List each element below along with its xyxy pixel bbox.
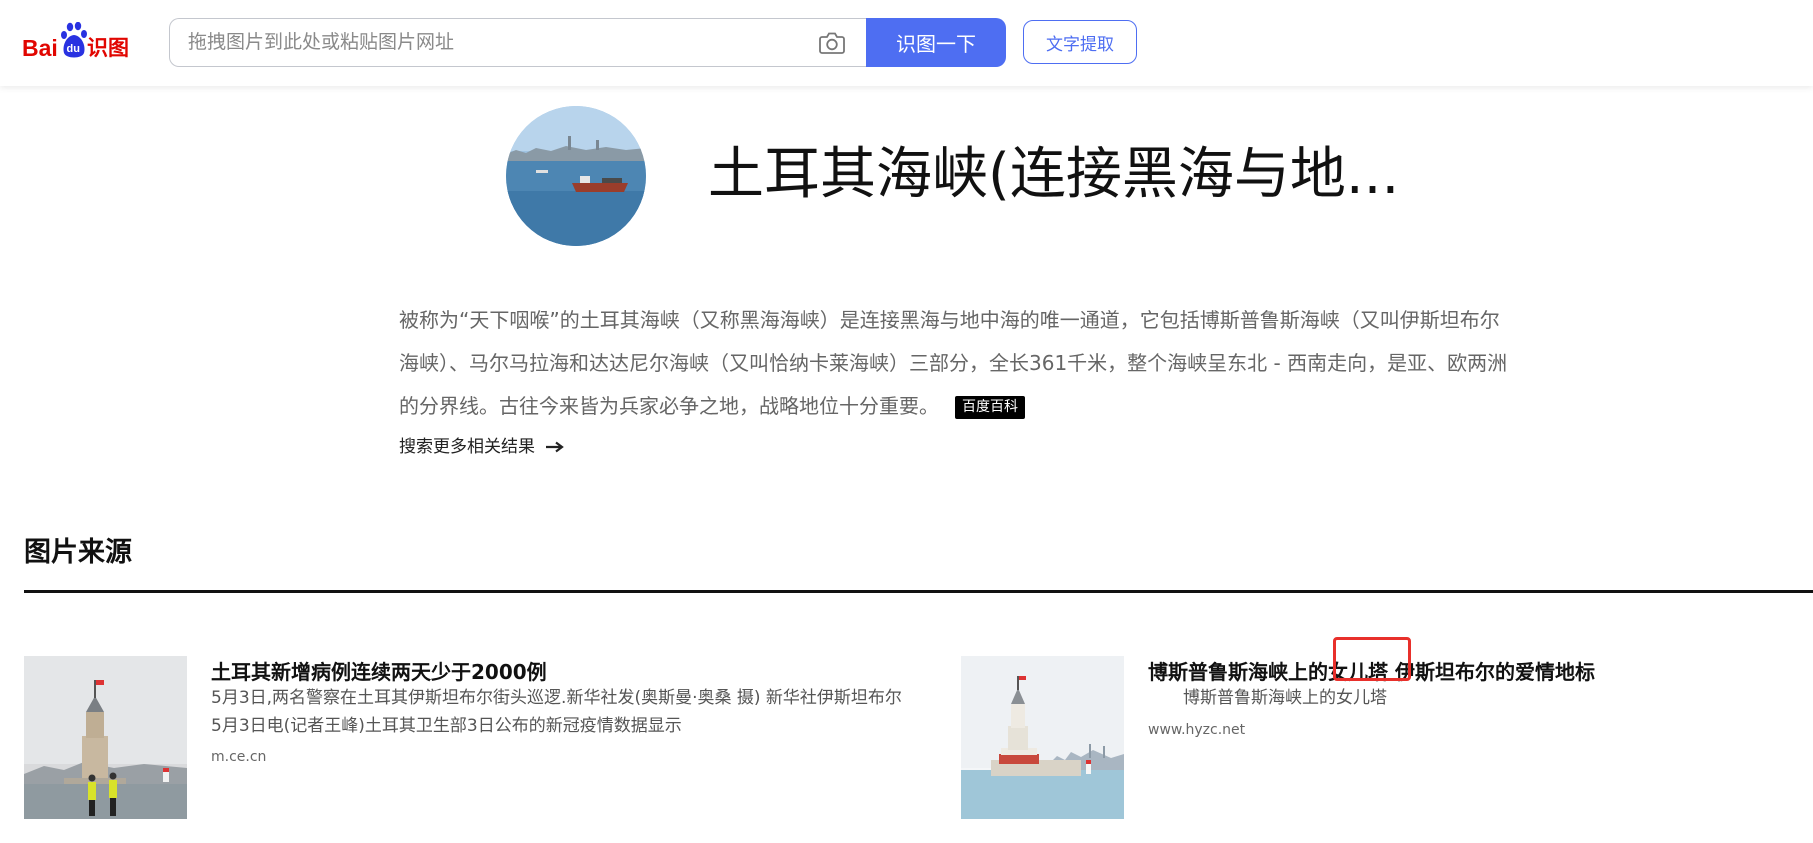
baidu-shitu-logo[interactable]: Bai du 识图 <box>22 22 147 66</box>
result-title[interactable]: 土耳其新增病例连续两天少于2000例 <box>211 656 547 685</box>
svg-text:识图: 识图 <box>87 36 129 60</box>
text-extract-button[interactable]: 文字提取 <box>1023 20 1137 64</box>
baidu-baike-badge[interactable]: 百度百科 <box>955 396 1025 419</box>
svg-text:Bai: Bai <box>22 35 58 61</box>
result-snippet: 5月3日,两名警察在土耳其伊斯坦布尔街头巡逻.新华社发(奥斯曼·奥桑 摄) 新华… <box>211 688 902 736</box>
baike-description: 被称为“天下咽喉”的土耳其海峡（又称黑海海峡）是连接黑海与地中海的唯一通道，它包… <box>399 299 1509 428</box>
section-divider <box>24 590 1813 593</box>
baike-title[interactable]: 土耳其海峡(连接黑海与地... <box>708 140 1428 210</box>
result-source-url[interactable]: www.hyzc.net <box>1148 722 1245 738</box>
camera-icon[interactable] <box>818 30 846 56</box>
baike-description-text: 被称为“天下咽喉”的土耳其海峡（又称黑海海峡）是连接黑海与地中海的唯一通道，它包… <box>399 308 1508 418</box>
more-results-label: 搜索更多相关结果 <box>399 436 535 457</box>
search-input[interactable] <box>188 19 788 65</box>
search-box <box>169 18 867 67</box>
more-results-link[interactable]: 搜索更多相关结果 <box>399 431 565 457</box>
result-source-url[interactable]: m.ce.cn <box>211 749 266 765</box>
section-title-image-sources: 图片来源 <box>24 537 132 568</box>
arrow-right-icon <box>545 438 565 453</box>
top-header: Bai du 识图 识图一下 文字提取 <box>0 0 1813 86</box>
highlight-annotation-box <box>1333 637 1411 681</box>
result-thumbnail[interactable] <box>961 656 1124 819</box>
search-button[interactable]: 识图一下 <box>866 18 1006 67</box>
result-snippet: 博斯普鲁斯海峡上的女儿塔 <box>1183 688 1387 708</box>
strait-photo[interactable] <box>506 106 646 246</box>
result-thumbnail[interactable] <box>24 656 187 819</box>
svg-text:du: du <box>67 43 80 55</box>
